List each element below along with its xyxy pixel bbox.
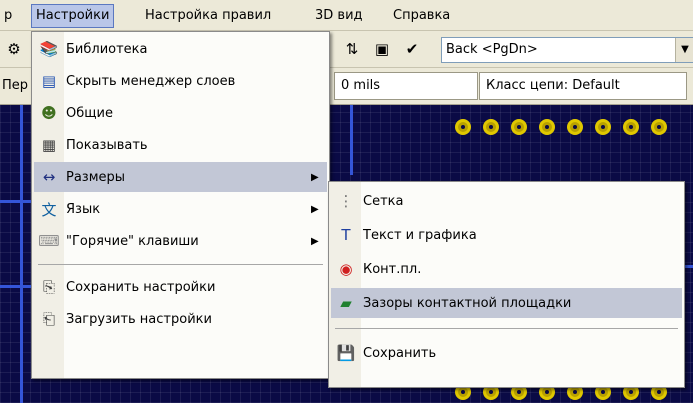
menu-item-label: Сохранить	[363, 345, 437, 361]
menu-item-display[interactable]: ▦ Показывать	[34, 130, 327, 160]
menu-item-label: Размеры	[66, 169, 126, 185]
menu-item-label: "Горячие" клавиши	[66, 233, 199, 249]
pcb-pad	[623, 119, 639, 135]
pcb-trace	[350, 105, 353, 175]
menu-file-partial[interactable]: р	[0, 6, 16, 26]
pcb-pad	[539, 119, 555, 135]
menu-item-label: Сохранить настройки	[66, 279, 216, 295]
chevron-down-icon[interactable]: ▼	[675, 38, 693, 62]
library-icon: 📚	[39, 40, 59, 58]
pcb-pad	[567, 119, 583, 135]
menu-settings[interactable]: Настройки	[31, 4, 115, 28]
pcb-pad	[595, 119, 611, 135]
submenu-item-text-graphics[interactable]: T Текст и графика	[331, 220, 682, 250]
menu-help[interactable]: Справка	[389, 6, 454, 26]
language-icon: 文	[41, 200, 57, 219]
save-settings-icon: ⎘	[42, 278, 55, 296]
menu-item-label: Конт.пл.	[363, 261, 422, 277]
submenu-item-pad-clearance[interactable]: ▰ Зазоры контактной площадки	[331, 288, 682, 318]
check-icon[interactable]: ✔	[400, 37, 424, 61]
menu-item-label: Язык	[66, 201, 101, 217]
menu-item-dimensions[interactable]: ↔ Размеры ▶	[34, 162, 327, 192]
track-width-select[interactable]: 0 mils	[334, 72, 478, 100]
pcb-pad	[455, 119, 471, 135]
toolbar-button[interactable]: ⚙	[2, 37, 26, 61]
layers-manager-icon: ▤	[41, 72, 57, 90]
highlight-net-icon[interactable]: ▣	[370, 37, 394, 61]
menu-item-hide-layers[interactable]: ▤ Скрыть менеджер слоев	[34, 66, 327, 96]
text-graphics-icon: T	[341, 226, 351, 244]
menu-item-label: Загрузить настройки	[66, 311, 212, 327]
menu-item-library[interactable]: 📚 Библиотека	[34, 34, 327, 64]
menu-item-label: Зазоры контактной площадки	[363, 295, 572, 311]
menu-item-load-settings[interactable]: ⎗ Загрузить настройки	[34, 304, 327, 334]
menu-item-label: Текст и графика	[363, 227, 477, 243]
pcb-trace	[20, 105, 23, 403]
pcb-pad	[511, 119, 527, 135]
pcb-pad	[483, 119, 499, 135]
pcb-pad	[651, 119, 667, 135]
menu-separator	[335, 328, 678, 329]
submenu-item-save[interactable]: 💾 Сохранить	[331, 338, 682, 368]
pad-icon: ◉	[339, 260, 353, 278]
grid-icon: ⋮	[338, 192, 354, 210]
submenu-arrow-icon: ▶	[311, 203, 319, 215]
general-icon: ☻	[41, 104, 57, 122]
menu-item-label: Скрыть менеджер слоев	[66, 73, 236, 89]
layer-pair-icon[interactable]: ⇅	[340, 37, 364, 61]
hotkeys-icon: ⌨	[38, 232, 60, 250]
menu-item-label: Показывать	[66, 137, 148, 153]
menu-item-language[interactable]: 文 Язык ▶	[34, 194, 327, 224]
menu-separator	[38, 264, 323, 265]
menu-item-hotkeys[interactable]: ⌨ "Горячие" клавиши ▶	[34, 226, 327, 256]
submenu-arrow-icon: ▶	[311, 235, 319, 247]
layer-select[interactable]: Back <PgDn> ▼	[441, 37, 693, 63]
menu-rules[interactable]: Настройка правил	[141, 6, 275, 26]
submenu-arrow-icon: ▶	[311, 171, 319, 183]
menu-item-save-settings[interactable]: ⎘ Сохранить настройки	[34, 272, 327, 302]
layer-select-value: Back <PgDn>	[446, 42, 538, 57]
save-icon: 💾	[336, 344, 356, 362]
menu-item-general[interactable]: ☻ Общие	[34, 98, 327, 128]
menu-item-label: Сетка	[363, 193, 404, 209]
submenu-item-pads[interactable]: ◉ Конт.пл.	[331, 254, 682, 284]
menubar: р Настройки Настройка правил 3D вид Спра…	[0, 0, 693, 31]
load-settings-icon: ⎗	[42, 310, 55, 328]
settings-menu: 📚 Библиотека ▤ Скрыть менеджер слоев ☻ О…	[31, 31, 330, 379]
submenu-item-grid[interactable]: ⋮ Сетка	[331, 186, 682, 216]
netclass-select[interactable]: Класс цепи: Default	[479, 72, 687, 100]
menu-3d-view[interactable]: 3D вид	[311, 6, 367, 26]
display-icon: ▦	[41, 136, 57, 154]
menu-item-label: Общие	[66, 105, 113, 121]
dimensions-submenu: ⋮ Сетка T Текст и графика ◉ Конт.пл. ▰ З…	[328, 181, 685, 388]
pad-clearance-icon: ▰	[340, 294, 352, 312]
menu-item-label: Библиотека	[66, 41, 148, 57]
toolbar2-partial-label: Пер	[2, 78, 29, 93]
dimensions-icon: ↔	[42, 168, 56, 186]
